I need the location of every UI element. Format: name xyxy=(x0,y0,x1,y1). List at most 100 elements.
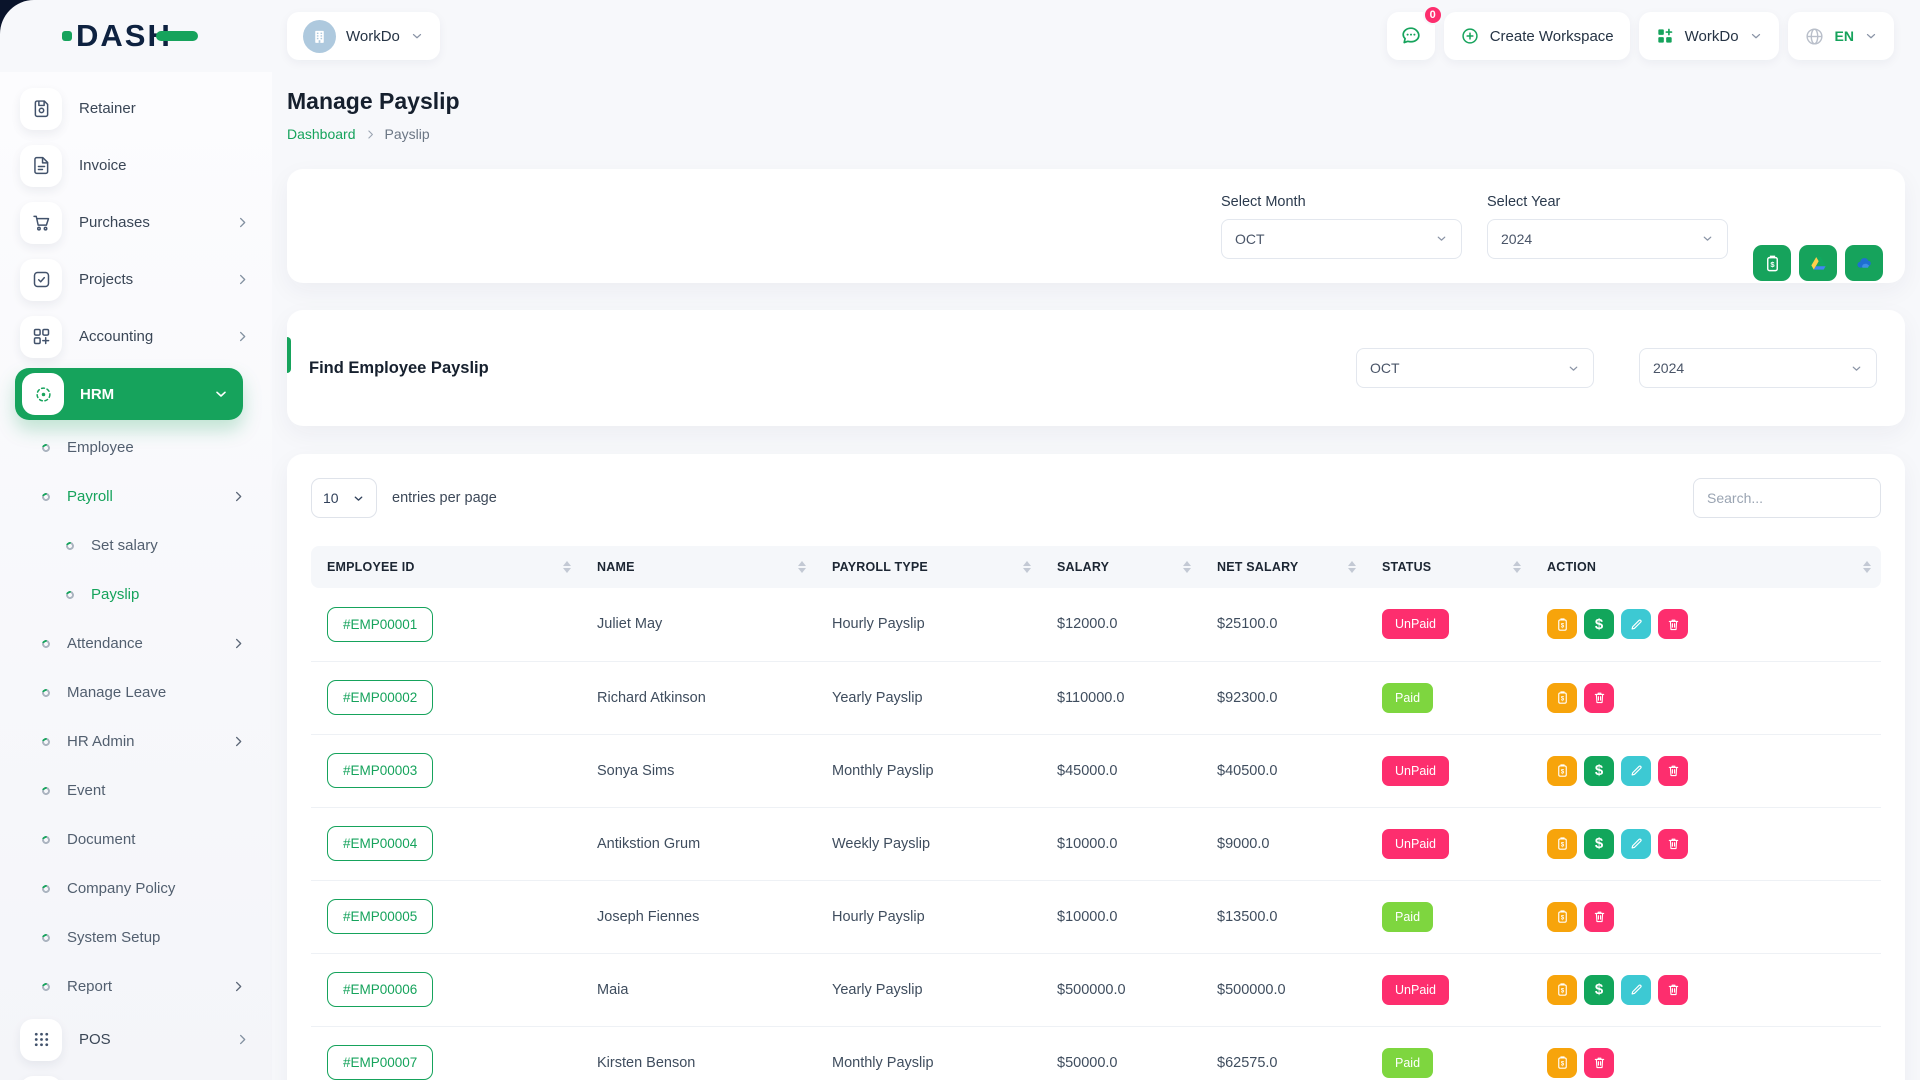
create-workspace-button[interactable]: Create Workspace xyxy=(1444,12,1630,60)
sidebar-subitem-payroll[interactable]: Payroll xyxy=(0,472,272,521)
column-header-status[interactable]: STATUS xyxy=(1366,546,1531,588)
app-switcher-button[interactable]: WorkDo xyxy=(1639,12,1779,60)
sidebar-item-hrm[interactable]: HRM xyxy=(15,368,243,420)
sidebar-item-retainer[interactable]: Retainer xyxy=(0,80,272,137)
sidebar-subitem-set-salary[interactable]: Set salary xyxy=(0,521,272,570)
sort-icon[interactable] xyxy=(1348,561,1356,573)
delete-button[interactable] xyxy=(1658,609,1688,639)
employee-id-badge[interactable]: #EMP00007 xyxy=(327,1045,433,1080)
make-payment-button[interactable]: $ xyxy=(1584,829,1614,859)
sidebar-subitem-company-policy[interactable]: Company Policy xyxy=(0,864,272,913)
chevron-right-icon xyxy=(235,1032,250,1047)
chevron-right-icon xyxy=(235,272,250,287)
sidebar-subitem-manage-leave[interactable]: Manage Leave xyxy=(0,668,272,717)
sidebar-subitem-document[interactable]: Document xyxy=(0,815,272,864)
sort-icon[interactable] xyxy=(1023,561,1031,573)
find-month-select[interactable]: OCT xyxy=(1356,348,1594,388)
sidebar-subitem-employee[interactable]: Employee xyxy=(0,423,272,472)
language-selector[interactable]: EN xyxy=(1788,12,1894,60)
sort-icon[interactable] xyxy=(563,561,571,573)
chevron-right-icon xyxy=(235,329,250,344)
sidebar-item-invoice[interactable]: Invoice xyxy=(0,137,272,194)
payslip-receipt-button[interactable]: $ xyxy=(1547,902,1577,932)
sidebar-item-purchases[interactable]: Purchases xyxy=(0,194,272,251)
column-header-employee-id[interactable]: EMPLOYEE ID xyxy=(311,546,581,588)
delete-button[interactable] xyxy=(1658,756,1688,786)
payslip-receipt-button[interactable]: $ xyxy=(1547,829,1577,859)
sidebar-subitem-attendance[interactable]: Attendance xyxy=(0,619,272,668)
sort-icon[interactable] xyxy=(798,561,806,573)
sidebar-subitem-system-setup[interactable]: System Setup xyxy=(0,913,272,962)
sort-icon[interactable] xyxy=(1513,561,1521,573)
employee-id-badge[interactable]: #EMP00001 xyxy=(327,607,433,642)
year-select[interactable]: 2024 xyxy=(1487,219,1728,259)
breadcrumb-dashboard-link[interactable]: Dashboard xyxy=(287,126,356,142)
chevron-down-icon xyxy=(1749,29,1763,43)
employee-id-badge[interactable]: #EMP00005 xyxy=(327,899,433,934)
employee-id-badge[interactable]: #EMP00003 xyxy=(327,753,433,788)
make-payment-button[interactable]: $ xyxy=(1584,609,1614,639)
employee-id-badge[interactable]: #EMP00002 xyxy=(327,680,433,715)
make-payment-button[interactable]: $ xyxy=(1584,756,1614,786)
workspace-selector[interactable]: WorkDo xyxy=(287,12,440,60)
column-header-action[interactable]: ACTION xyxy=(1531,546,1881,588)
delete-button[interactable] xyxy=(1658,975,1688,1005)
plus-circle-icon xyxy=(1460,26,1480,46)
delete-button[interactable] xyxy=(1658,829,1688,859)
row-actions: $$ xyxy=(1531,734,1881,807)
employee-id-badge[interactable]: #EMP00006 xyxy=(327,972,433,1007)
edit-button[interactable] xyxy=(1621,829,1651,859)
chevron-down-icon xyxy=(1435,232,1448,245)
column-header-payroll-type[interactable]: PAYROLL TYPE xyxy=(816,546,1041,588)
sidebar-subitem-payslip[interactable]: Payslip xyxy=(0,570,272,619)
edit-button[interactable] xyxy=(1621,975,1651,1005)
payslip-receipt-button[interactable]: $ xyxy=(1547,1048,1577,1078)
bullet-icon xyxy=(41,785,52,796)
sidebar-subitem-hr-admin[interactable]: HR Admin xyxy=(0,717,272,766)
delete-button[interactable] xyxy=(1584,902,1614,932)
svg-text:$: $ xyxy=(1770,260,1775,269)
pencil-icon xyxy=(1629,836,1644,851)
edit-button[interactable] xyxy=(1621,756,1651,786)
sort-icon[interactable] xyxy=(1183,561,1191,573)
search-input[interactable] xyxy=(1693,478,1881,518)
chevron-down-icon xyxy=(1864,29,1878,43)
payslip-receipt-button[interactable]: $ xyxy=(1547,683,1577,713)
make-payment-button[interactable]: $ xyxy=(1584,975,1614,1005)
delete-button[interactable] xyxy=(1584,1048,1614,1078)
employee-name: Kirsten Benson xyxy=(581,1026,816,1080)
table-controls: 10 entries per page xyxy=(311,478,1881,518)
entries-per-page-select[interactable]: 10 xyxy=(311,478,377,518)
messages-button[interactable]: 0 xyxy=(1387,12,1435,60)
sidebar-item-crm[interactable]: CRM xyxy=(0,1068,272,1080)
sidebar-subitem-event[interactable]: Event xyxy=(0,766,272,815)
sidebar-item-pos[interactable]: POS xyxy=(0,1011,272,1068)
sort-icon[interactable] xyxy=(1863,561,1871,573)
delete-button[interactable] xyxy=(1584,683,1614,713)
salary-value: $500000.0 xyxy=(1041,953,1201,1026)
employee-name: Joseph Fiennes xyxy=(581,880,816,953)
sidebar-subitem-report[interactable]: Report xyxy=(0,962,272,1011)
column-header-salary[interactable]: SALARY xyxy=(1041,546,1201,588)
sidebar-item-projects[interactable]: Projects xyxy=(0,251,272,308)
employee-id-badge[interactable]: #EMP00004 xyxy=(327,826,433,861)
payslip-receipt-button[interactable]: $ xyxy=(1547,975,1577,1005)
hrm-icon xyxy=(22,373,64,415)
find-year-select[interactable]: 2024 xyxy=(1639,348,1877,388)
svg-text:$: $ xyxy=(1560,769,1564,775)
column-header-net-salary[interactable]: NET SALARY xyxy=(1201,546,1366,588)
onedrive-button[interactable] xyxy=(1845,245,1883,281)
top-header: DASH WorkDo 0 Create Workspace xyxy=(0,0,1920,72)
column-header-name[interactable]: NAME xyxy=(581,546,816,588)
brand-logo[interactable]: DASH xyxy=(0,18,272,54)
page-title: Manage Payslip xyxy=(287,88,1905,115)
bulk-payment-button[interactable]: $ xyxy=(1753,245,1791,281)
select-year-label: Select Year xyxy=(1487,194,1728,210)
edit-button[interactable] xyxy=(1621,609,1651,639)
payslip-receipt-button[interactable]: $ xyxy=(1547,609,1577,639)
building-icon xyxy=(311,28,328,45)
sidebar-item-accounting[interactable]: Accounting xyxy=(0,308,272,365)
payslip-receipt-button[interactable]: $ xyxy=(1547,756,1577,786)
google-drive-button[interactable] xyxy=(1799,245,1837,281)
month-select[interactable]: OCT xyxy=(1221,219,1462,259)
